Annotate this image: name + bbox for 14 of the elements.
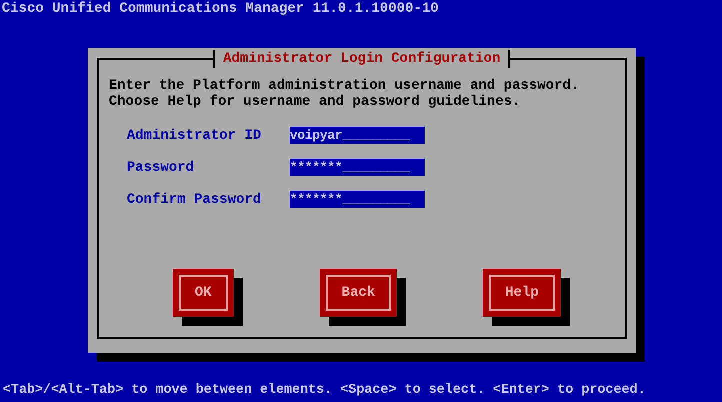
input-field[interactable]: voipyar_________ bbox=[290, 127, 425, 144]
window-title: Cisco Unified Communications Manager 11.0.1.10000-10 bbox=[1, 0, 440, 19]
input-field[interactable]: *******_________ bbox=[290, 191, 425, 208]
field-label: Confirm Password bbox=[127, 192, 262, 208]
dialog-button[interactable]: Help bbox=[483, 269, 561, 317]
instruction-text: Enter the Platform administration username and password. bbox=[109, 78, 580, 94]
input-field[interactable]: *******_________ bbox=[290, 159, 425, 176]
status-bar-text: <Tab>/<Alt-Tab> to move between elements. <Space> to select. <Enter> to proceed. bbox=[2, 383, 647, 400]
instruction-text: Choose Help for username and password guidelines. bbox=[109, 94, 522, 110]
field-label: Administrator ID bbox=[127, 128, 262, 144]
dialog-button[interactable]: OK bbox=[173, 269, 234, 317]
field-label: Password bbox=[127, 160, 196, 176]
dialog-button[interactable]: Back bbox=[320, 269, 398, 317]
dialog-title: Administrator Login Configuration bbox=[213, 50, 511, 68]
